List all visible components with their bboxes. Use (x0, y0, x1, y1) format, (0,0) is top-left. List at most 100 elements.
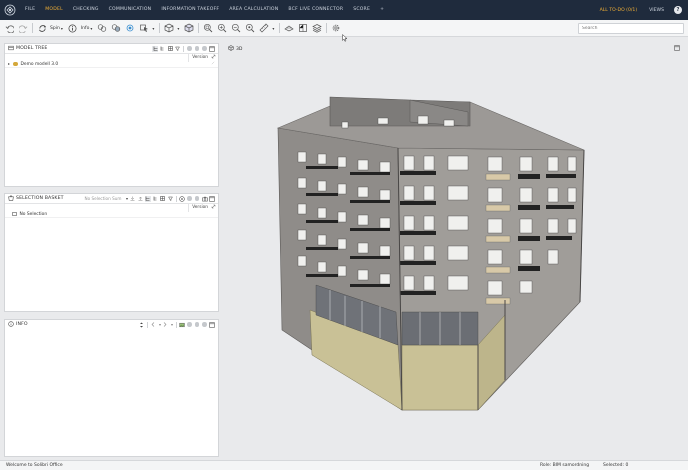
chevron-down-icon: ▾ (60, 25, 63, 31)
select-mode-dropdown[interactable]: ▾ (137, 23, 154, 34)
basket-row-label: No Selection (19, 211, 48, 217)
tree-layout-icon[interactable] (144, 195, 151, 202)
visibility-icon[interactable] (187, 46, 193, 52)
status-bar: Welcome to Solibri Office Role: BIM samo… (0, 460, 688, 470)
view-cube-dropdown[interactable]: ▾ (162, 23, 179, 34)
toolbar-separator (159, 23, 161, 33)
menu-checking[interactable]: CHECKING (68, 0, 104, 20)
undo-icon[interactable] (4, 23, 15, 34)
color-icon[interactable] (194, 46, 200, 52)
fit-icon[interactable] (203, 23, 214, 34)
model-image-icon[interactable] (179, 322, 185, 328)
settings-icon[interactable] (331, 23, 342, 34)
spin-dropdown[interactable]: Spin ▾ (35, 23, 63, 34)
panel-maximize-icon[interactable] (209, 195, 215, 202)
view-cube-icon (164, 23, 175, 34)
expand-caret-icon[interactable] (8, 63, 10, 65)
chevron-down-icon[interactable]: ▾ (171, 322, 173, 327)
zoom-window-icon[interactable] (245, 23, 256, 34)
tree-row-model[interactable]: Demo modell 3.0 (5, 61, 218, 68)
selection-info-icon[interactable] (179, 195, 185, 202)
status-role[interactable]: Role: BIM samordning (540, 463, 589, 468)
link-icon[interactable] (211, 54, 216, 61)
search-input[interactable] (578, 23, 684, 34)
floor-plan-icon[interactable] (298, 23, 309, 34)
zoom-out-icon[interactable] (231, 23, 242, 34)
tree-row-label: Demo modell 3.0 (20, 61, 59, 67)
color-icon[interactable] (194, 322, 200, 328)
column-header-row: Version (5, 53, 218, 62)
selection-sum-info: No Selection Sum (84, 196, 122, 201)
measure-icon (259, 23, 270, 34)
remove-from-basket-icon[interactable] (137, 196, 143, 202)
toolbar-separator (279, 23, 281, 33)
checkbox[interactable] (12, 211, 17, 217)
color-icon[interactable] (194, 196, 200, 202)
toolbar-separator (326, 23, 328, 33)
menu-communication[interactable]: COMMUNICATION (104, 0, 157, 20)
tree-layout-icon[interactable] (152, 45, 158, 52)
menu-model[interactable]: MODEL (40, 0, 68, 20)
link-icon[interactable] (211, 61, 215, 67)
chevron-right-icon[interactable] (162, 322, 168, 328)
tools-separator (183, 45, 184, 52)
panel-header: INFO ▾ ▾ (5, 320, 218, 329)
all-todo-button[interactable]: ALL TO-DO (0/1) (594, 8, 644, 13)
menu-bcf-live-connector[interactable]: BCF LIVE CONNECTOR (283, 0, 348, 20)
visibility-icon[interactable] (187, 196, 193, 202)
camera-icon[interactable] (201, 196, 208, 202)
transparency-toggle-icon[interactable] (202, 322, 208, 328)
tree-sort-icon[interactable] (167, 46, 173, 52)
isolate-icon[interactable] (111, 23, 122, 34)
3d-viewport[interactable] (224, 42, 688, 458)
transparency-icon[interactable] (125, 23, 136, 34)
menu-area-calculation[interactable]: AREA CALCULATION (224, 0, 283, 20)
add-to-basket-icon[interactable] (130, 196, 136, 202)
zoom-in-icon[interactable] (217, 23, 228, 34)
info-dropdown[interactable]: Info ▾ (66, 23, 93, 34)
select-icon (139, 23, 150, 34)
chevron-down-icon[interactable]: ▾ (126, 196, 128, 201)
chevron-left-icon[interactable] (150, 322, 156, 328)
menu-information-takeoff[interactable]: INFORMATION TAKEOFF (156, 0, 224, 20)
tools-separator (175, 195, 177, 202)
tree-filter-icon[interactable] (175, 46, 181, 52)
menu-file[interactable]: FILE (20, 0, 40, 20)
info-icon (8, 320, 14, 329)
layers-icon[interactable] (312, 23, 323, 34)
menu-add-layout[interactable]: + (375, 0, 389, 20)
panel-maximize-icon[interactable] (209, 45, 215, 52)
tree-sort-icon[interactable] (160, 196, 166, 202)
hide-icon[interactable] (97, 23, 108, 34)
mouse-cursor-icon (342, 34, 348, 42)
selection-basket-panel: SELECTION BASKET No Selection Sum ▾ Vers… (4, 193, 219, 312)
transparency-toggle-icon[interactable] (202, 46, 208, 52)
menu-score[interactable]: SCORE (348, 0, 375, 20)
panel-maximize-icon[interactable] (209, 321, 215, 328)
chevron-down-icon: ▾ (177, 25, 180, 31)
redo-icon[interactable] (18, 23, 29, 34)
measure-dropdown[interactable]: ▾ (257, 23, 274, 34)
chevron-down-icon: ▾ (272, 25, 275, 31)
chevron-down-icon: ▾ (90, 25, 93, 31)
views-button[interactable]: VIEWS (643, 8, 670, 13)
info-label: Info (80, 25, 90, 31)
tree-branch-icon[interactable] (160, 46, 166, 52)
panel-title: MODEL TREE (16, 46, 48, 51)
tree-filter-icon[interactable] (167, 196, 173, 202)
visibility-icon[interactable] (187, 322, 193, 328)
panel-header: MODEL TREE (5, 44, 218, 53)
solibri-logo-icon[interactable] (0, 0, 20, 20)
spin-label: Spin (50, 25, 60, 31)
chevron-down-icon[interactable]: ▾ (159, 322, 161, 327)
basket-row-no-selection[interactable]: No Selection (5, 211, 218, 218)
sort-updown-icon[interactable] (138, 322, 144, 328)
info-icon (67, 23, 78, 34)
help-icon[interactable]: ? (674, 6, 682, 14)
tree-branch-icon[interactable] (152, 196, 158, 202)
link-icon[interactable] (211, 204, 216, 211)
chevron-down-icon: ▾ (152, 25, 155, 31)
box-icon[interactable] (184, 23, 195, 34)
panel-tools (152, 44, 215, 53)
section-icon[interactable] (284, 23, 295, 34)
